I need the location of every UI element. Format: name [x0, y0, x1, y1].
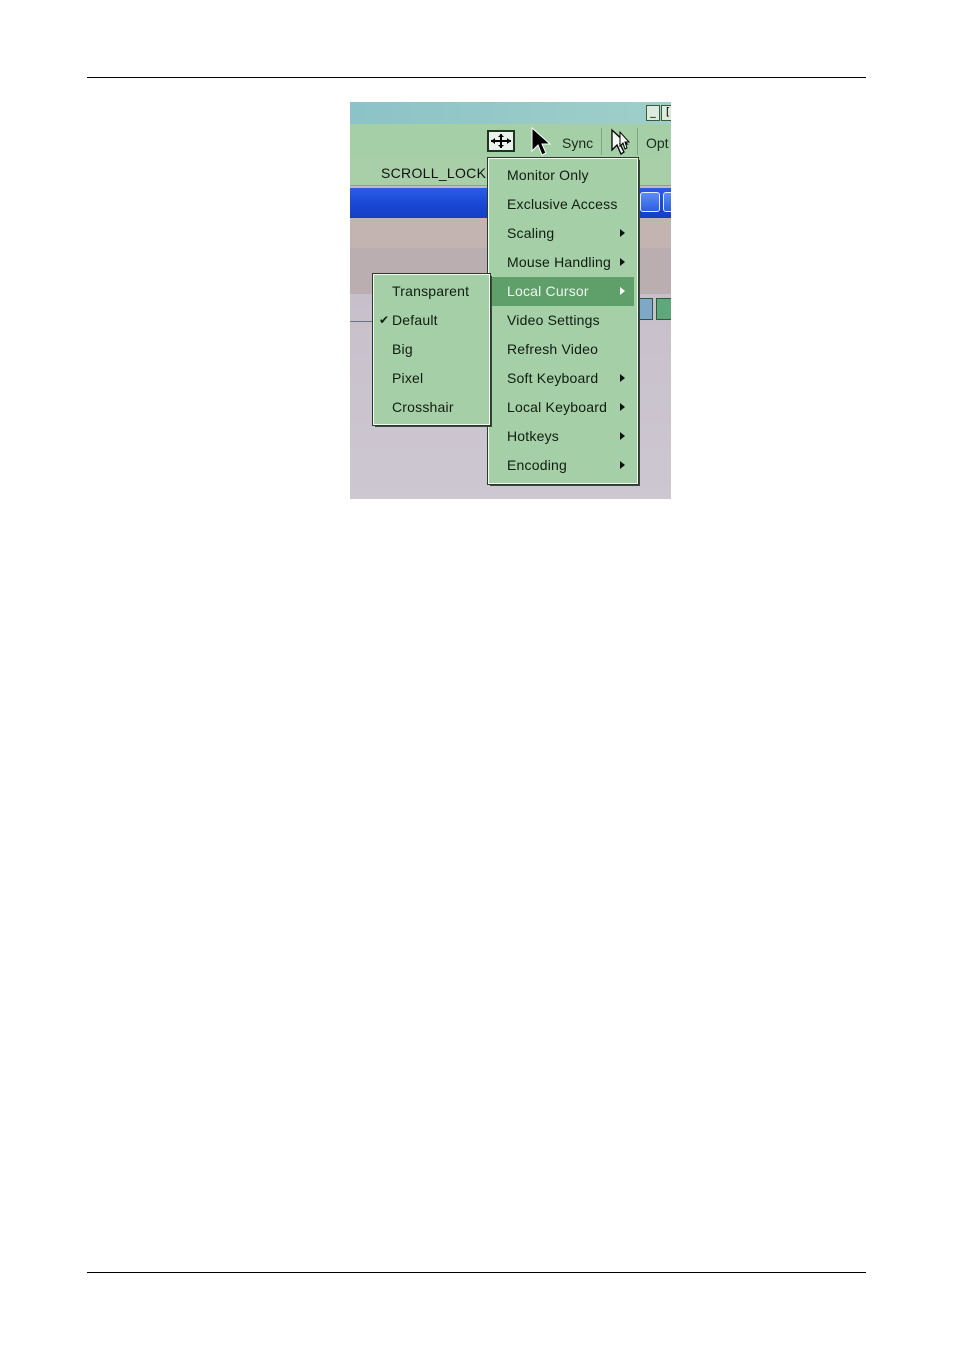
- menu-item-hotkeys[interactable]: Hotkeys: [490, 422, 634, 451]
- menu-item-scaling[interactable]: Scaling: [490, 219, 634, 248]
- minimize-button[interactable]: _: [646, 105, 660, 121]
- window-toolbar: Sync Opt: [350, 124, 671, 159]
- menu-item-label: Crosshair: [392, 399, 454, 415]
- menu-item-label: Exclusive Access: [507, 196, 618, 212]
- submenu-arrow-icon: [620, 461, 625, 469]
- menu-item-label: Transparent: [392, 283, 470, 299]
- cursor-option-big[interactable]: Big: [375, 335, 486, 364]
- remote-maximize-button[interactable]: [663, 192, 671, 212]
- menu-item-label: Soft Keyboard: [507, 370, 599, 386]
- local-cursor-submenu: Transparent ✔ Default Big Pixel Crosshair: [372, 273, 491, 426]
- menu-item-exclusive-access[interactable]: Exclusive Access: [490, 190, 634, 219]
- menu-item-local-cursor[interactable]: Local Cursor: [490, 277, 634, 306]
- options-menu-button[interactable]: Opt: [646, 135, 669, 151]
- toolbar-separator: [637, 128, 638, 155]
- cursor-option-transparent[interactable]: Transparent: [375, 277, 486, 306]
- submenu-arrow-icon: [620, 403, 625, 411]
- toolbar-separator: [601, 128, 602, 155]
- menu-item-mouse-handling[interactable]: Mouse Handling: [490, 248, 634, 277]
- restore-button[interactable]: [: [661, 105, 671, 121]
- scroll-lock-indicator: SCROLL_LOCK: [381, 165, 487, 181]
- options-menu: Monitor Only Exclusive Access Scaling Mouse…: [487, 157, 639, 485]
- remote-control[interactable]: [637, 298, 653, 320]
- menu-item-label: Scaling: [507, 225, 555, 241]
- menu-item-label: Local Keyboard: [507, 399, 608, 415]
- submenu-arrow-icon: [620, 374, 625, 382]
- menu-item-label: Encoding: [507, 457, 567, 473]
- menu-item-video-settings[interactable]: Video Settings: [490, 306, 634, 335]
- menu-item-label: Default: [392, 312, 438, 328]
- menu-item-label: Local Cursor: [507, 283, 589, 299]
- hollow-cursor-icon[interactable]: [608, 128, 632, 156]
- menu-item-label: Big: [392, 341, 413, 357]
- window-titlebar: _ [: [350, 102, 671, 124]
- menu-item-encoding[interactable]: Encoding: [490, 451, 634, 480]
- menu-item-label: Video Settings: [507, 312, 600, 328]
- menu-item-refresh-video[interactable]: Refresh Video: [490, 335, 634, 364]
- menu-item-label: Monitor Only: [507, 167, 589, 183]
- menu-item-local-keyboard[interactable]: Local Keyboard: [490, 393, 634, 422]
- arrow-cursor-icon[interactable]: [530, 127, 554, 157]
- submenu-arrow-icon: [620, 287, 625, 295]
- submenu-arrow-icon: [620, 432, 625, 440]
- cursor-option-pixel[interactable]: Pixel: [375, 364, 486, 393]
- cursor-option-default[interactable]: ✔ Default: [375, 306, 486, 335]
- remote-minimize-button[interactable]: [640, 192, 660, 212]
- menu-item-label: Hotkeys: [507, 428, 559, 444]
- menu-item-label: Refresh Video: [507, 341, 599, 357]
- header-rule: [87, 77, 866, 78]
- submenu-arrow-icon: [620, 229, 625, 237]
- menu-item-monitor-only[interactable]: Monitor Only: [490, 161, 634, 190]
- checkmark-icon: ✔: [379, 313, 390, 327]
- sync-button[interactable]: Sync: [562, 135, 593, 151]
- move-window-icon[interactable]: [487, 130, 515, 152]
- screenshot-region: _ [ Sync Opt SCROLL_LOCK Monitor Only Ex…: [350, 102, 671, 499]
- menu-item-soft-keyboard[interactable]: Soft Keyboard: [490, 364, 634, 393]
- menu-item-label: Pixel: [392, 370, 424, 386]
- menu-item-label: Mouse Handling: [507, 254, 611, 270]
- footer-rule: [87, 1272, 866, 1273]
- submenu-arrow-icon: [620, 258, 625, 266]
- remote-control[interactable]: [656, 298, 671, 320]
- cursor-option-crosshair[interactable]: Crosshair: [375, 393, 486, 422]
